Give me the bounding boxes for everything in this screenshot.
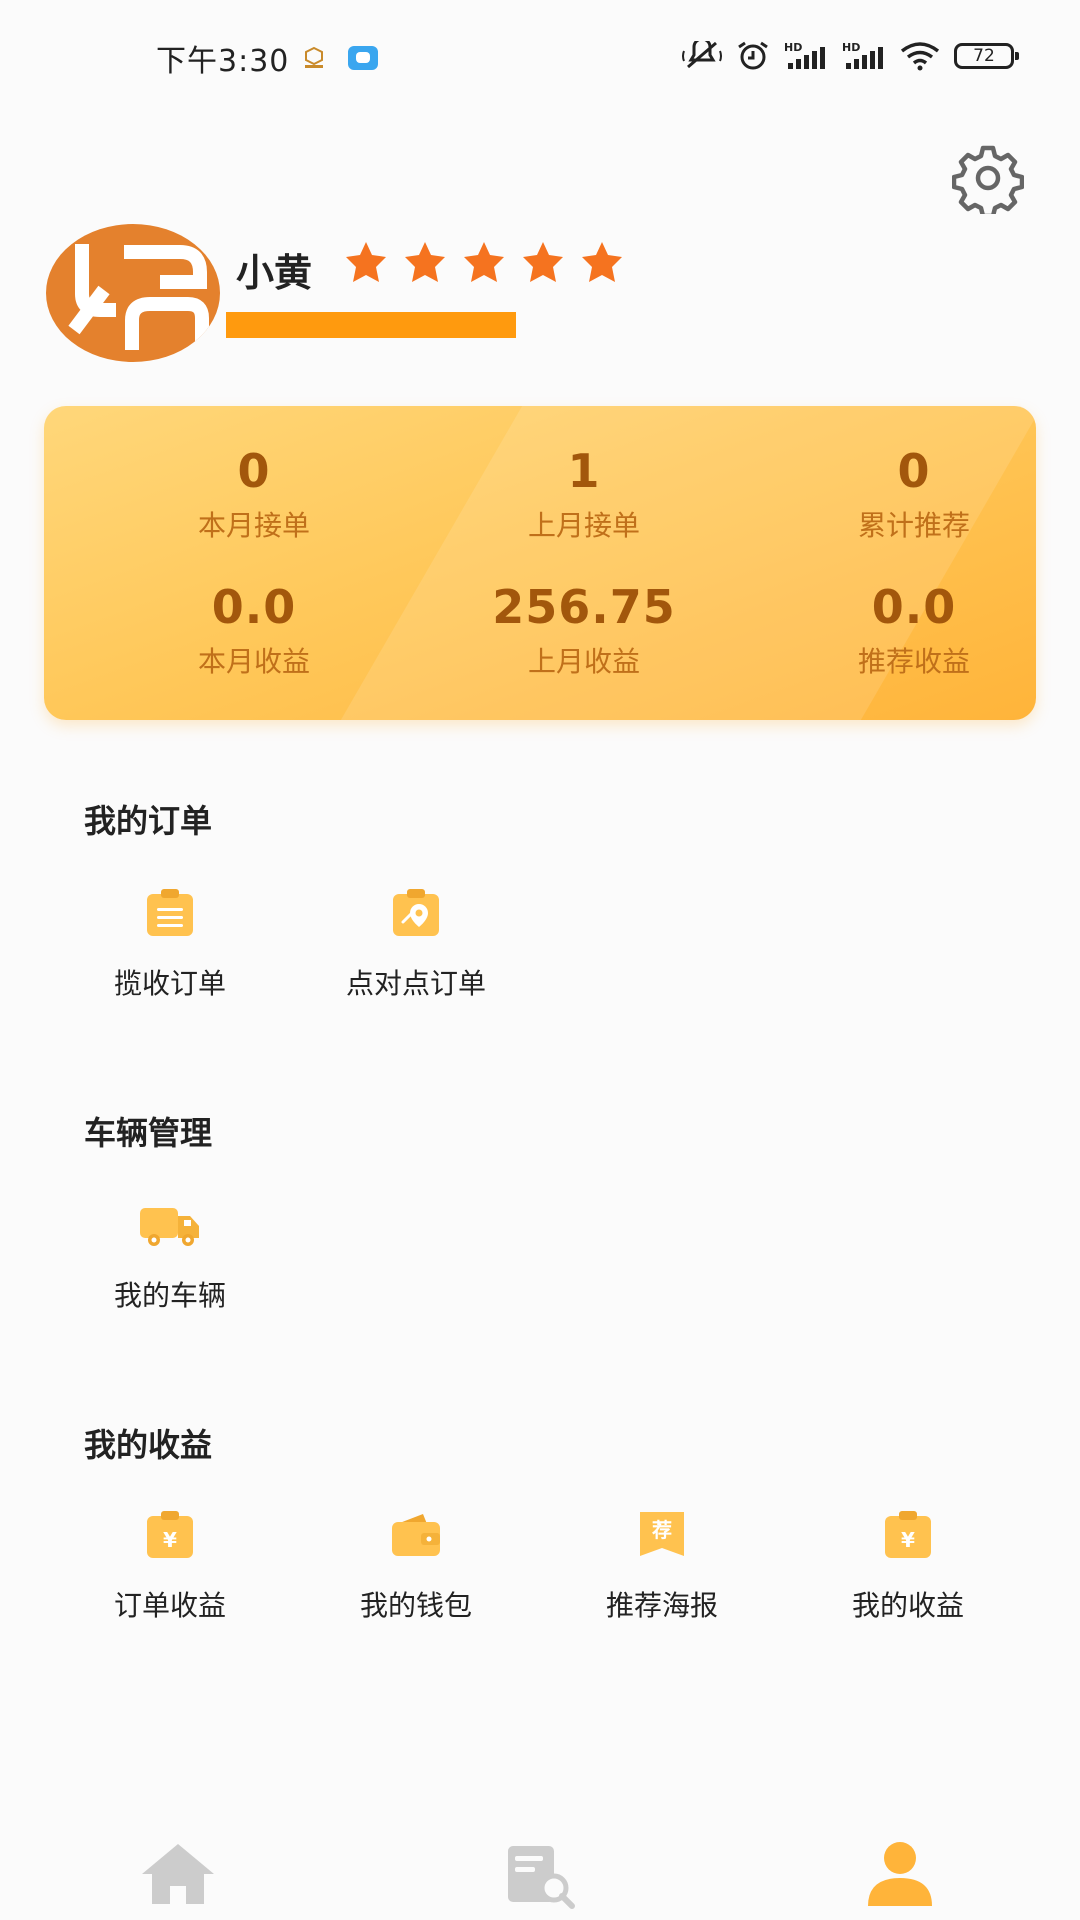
stat-total-referrals[interactable]: 0 累计推荐 xyxy=(749,444,1036,544)
stat-label: 本月接单 xyxy=(197,509,310,542)
menu-my-wallet[interactable]: 我的钱包 xyxy=(292,1508,540,1624)
stat-label: 推荐收益 xyxy=(857,645,970,678)
wifi-icon xyxy=(900,42,940,71)
menu-label: 订单收益 xyxy=(113,1589,226,1622)
stat-last-month-earnings[interactable]: 256.75 上月收益 xyxy=(419,580,749,680)
stat-label: 累计推荐 xyxy=(857,509,970,542)
battery-indicator: 72 xyxy=(954,43,1019,69)
section-title-earnings: 我的收益 xyxy=(84,1426,213,1464)
menu-label: 我的钱包 xyxy=(359,1589,472,1622)
menu-label: 我的车辆 xyxy=(113,1279,226,1312)
rating-stars xyxy=(344,240,624,284)
wallet-icon xyxy=(392,1514,440,1556)
section-title-orders: 我的订单 xyxy=(84,802,213,840)
app-message-icon xyxy=(348,46,378,70)
stat-value: 256.75 xyxy=(492,580,676,634)
stat-value: 0 xyxy=(897,444,931,498)
menu-my-earnings[interactable]: ¥ 我的收益 xyxy=(784,1508,1032,1624)
earnings-yen-icon: ¥ xyxy=(885,1511,931,1558)
phone-number-redacted xyxy=(226,312,516,338)
stat-month-earnings[interactable]: 0.0 本月收益 xyxy=(89,580,419,680)
star-icon xyxy=(464,242,504,282)
clipboard-yen-icon: ¥ xyxy=(147,1511,193,1558)
stat-label: 上月收益 xyxy=(527,645,640,678)
stat-label: 本月收益 xyxy=(197,645,310,678)
signal-hd-icon-2: HD xyxy=(842,41,883,69)
star-icon xyxy=(405,242,445,282)
menu-order-earnings[interactable]: ¥ 订单收益 xyxy=(46,1508,294,1624)
clipboard-location-icon xyxy=(393,889,439,936)
gear-icon[interactable] xyxy=(952,142,1024,214)
menu-label: 我的收益 xyxy=(851,1589,964,1622)
user-icon[interactable] xyxy=(860,1840,940,1910)
user-name: 小黄 xyxy=(236,251,313,295)
truck-icon xyxy=(140,1208,199,1246)
alarm-icon xyxy=(738,41,768,70)
app-notification-icon xyxy=(305,46,323,68)
order-search-icon[interactable] xyxy=(500,1840,580,1910)
menu-pickup-orders[interactable]: 揽收订单 xyxy=(46,886,294,1002)
svg-text:¥: ¥ xyxy=(901,1528,915,1552)
stats-card: 0 本月接单 1 上月接单 0 累计推荐 0.0 本月收益 256.75 上月收… xyxy=(44,406,1036,720)
star-icon xyxy=(523,242,563,282)
stat-last-month-orders[interactable]: 1 上月接单 xyxy=(419,444,749,544)
section-title-vehicles: 车辆管理 xyxy=(84,1114,213,1152)
stat-value: 0 xyxy=(237,444,271,498)
svg-text:¥: ¥ xyxy=(163,1528,177,1552)
clipboard-list-icon xyxy=(147,889,193,936)
menu-my-vehicle[interactable]: 我的车辆 xyxy=(46,1198,294,1314)
status-bar: 下午3:30 HD HD 72 xyxy=(0,0,1080,116)
poster-glyph: 荐 xyxy=(652,1518,672,1542)
svg-text:HD: HD xyxy=(842,41,860,54)
stat-referral-earnings[interactable]: 0.0 推荐收益 xyxy=(749,580,1036,680)
mute-icon xyxy=(682,41,722,69)
menu-referral-poster[interactable]: 推荐海报 荐 xyxy=(538,1508,786,1624)
menu-label: 推荐海报 xyxy=(605,1589,718,1622)
company-logo-icon xyxy=(68,244,209,350)
stat-value: 0.0 xyxy=(211,580,297,634)
stat-value: 1 xyxy=(567,444,601,498)
stat-label: 上月接单 xyxy=(527,509,640,542)
status-time: 下午3:30 xyxy=(156,44,290,79)
signal-hd-icon: HD xyxy=(784,41,825,69)
menu-p2p-orders[interactable]: 点对点订单 xyxy=(292,886,540,1002)
home-icon[interactable] xyxy=(138,1840,218,1910)
svg-text:HD: HD xyxy=(784,41,802,54)
bottom-nav xyxy=(0,1830,1080,1920)
stat-value: 0.0 xyxy=(871,580,957,634)
stat-month-orders[interactable]: 0 本月接单 xyxy=(89,444,419,544)
star-icon xyxy=(346,242,386,282)
menu-label: 揽收订单 xyxy=(113,967,226,1000)
status-icons: HD HD 72 xyxy=(682,36,1019,76)
star-icon xyxy=(582,242,622,282)
avatar[interactable] xyxy=(46,224,220,362)
menu-label: 点对点订单 xyxy=(345,967,486,1000)
